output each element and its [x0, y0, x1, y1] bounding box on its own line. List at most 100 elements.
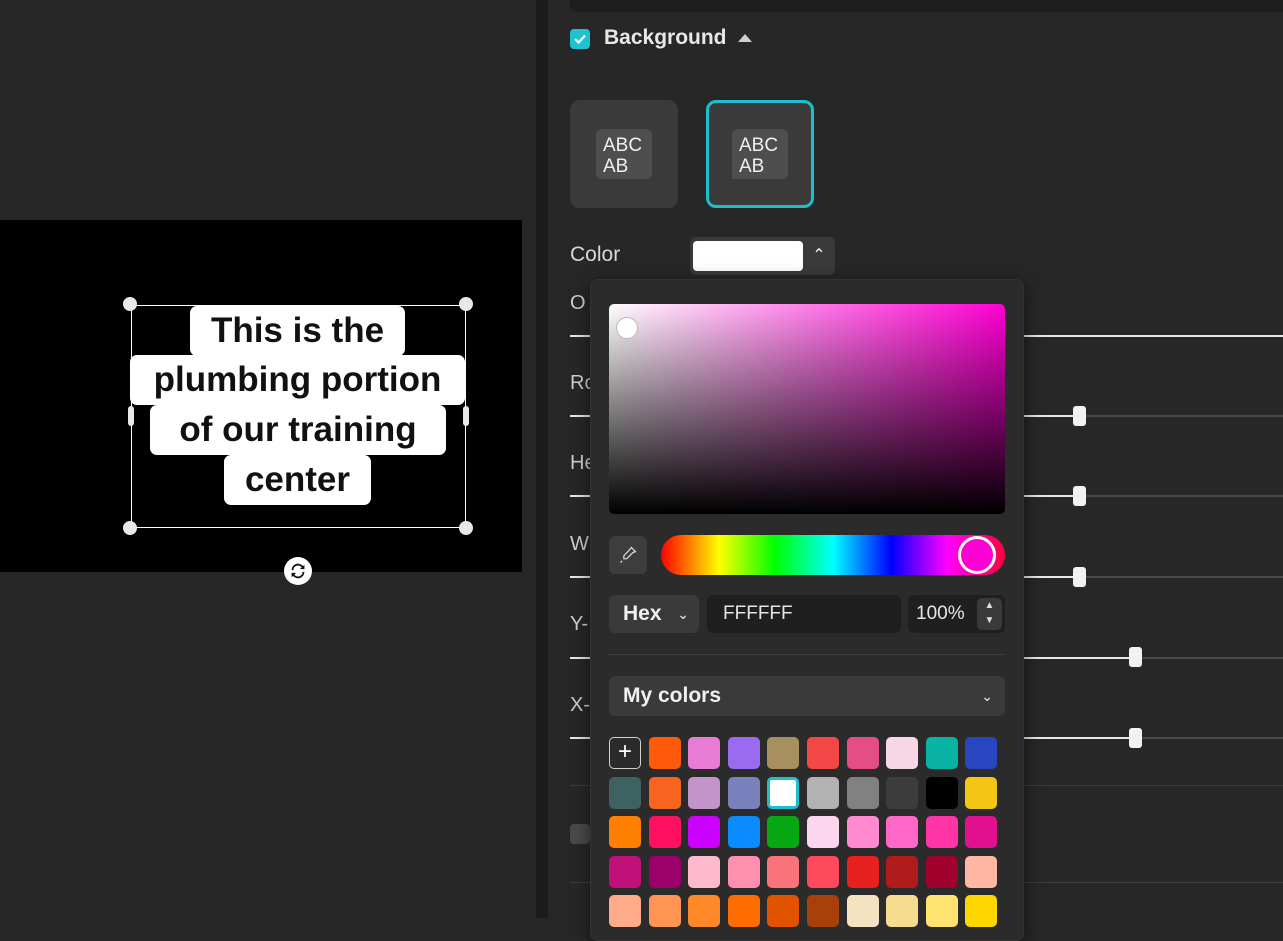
color-swatch[interactable]: [846, 855, 879, 888]
color-swatch[interactable]: [609, 855, 641, 888]
rotate-icon[interactable]: [284, 557, 312, 585]
color-swatch[interactable]: [648, 776, 681, 809]
color-swatch[interactable]: [925, 816, 958, 848]
x-offset-slider-thumb[interactable]: [1129, 728, 1142, 748]
selection-box[interactable]: [131, 305, 466, 528]
color-label: Color: [570, 243, 621, 266]
color-swatch[interactable]: [886, 737, 919, 769]
resize-handle-tl[interactable]: [123, 297, 137, 311]
style-preview-chip: ABC AB: [732, 129, 788, 179]
color-swatch[interactable]: [807, 895, 839, 927]
my-colors-label: My colors: [623, 684, 722, 707]
style-text-1: ABC: [739, 135, 779, 156]
color-swatch[interactable]: [846, 776, 879, 809]
background-checkbox[interactable]: [570, 29, 590, 49]
color-swatch[interactable]: [767, 895, 800, 927]
chevron-down-icon: ⌄: [981, 688, 993, 704]
color-swatch[interactable]: [609, 895, 641, 927]
color-swatch[interactable]: [886, 776, 919, 809]
alpha-input[interactable]: 100% ▲ ▼: [908, 595, 1005, 633]
color-swatch[interactable]: [846, 895, 879, 927]
add-color-button[interactable]: +: [609, 737, 641, 769]
chevron-up-icon: ⌃: [812, 247, 826, 264]
color-swatch[interactable]: [609, 776, 641, 809]
color-swatch[interactable]: [925, 895, 958, 927]
color-swatch[interactable]: [846, 816, 879, 848]
color-swatch[interactable]: [609, 816, 641, 848]
color-swatch[interactable]: [965, 855, 998, 888]
color-mode-label: Hex: [623, 602, 662, 625]
saturation-value-area[interactable]: [609, 304, 1005, 514]
color-swatch[interactable]: [688, 816, 721, 848]
color-swatch[interactable]: [727, 776, 760, 809]
color-swatch[interactable]: [965, 895, 998, 927]
color-swatch[interactable]: [807, 776, 839, 809]
style-text-2: AB: [603, 156, 629, 177]
next-section-checkbox[interactable]: [570, 824, 590, 844]
color-swatch[interactable]: [767, 816, 800, 848]
eyedropper-icon[interactable]: [609, 536, 647, 574]
resize-handle-br[interactable]: [459, 521, 473, 535]
roundness-slider-thumb[interactable]: [1073, 406, 1086, 426]
y-offset-slider-thumb[interactable]: [1129, 647, 1142, 667]
resize-handle-tr[interactable]: [459, 297, 473, 311]
color-swatch[interactable]: [767, 855, 800, 888]
hex-input[interactable]: [707, 595, 901, 633]
color-swatch[interactable]: [767, 737, 800, 769]
hue-slider-knob[interactable]: [958, 536, 996, 574]
color-swatch[interactable]: [965, 776, 998, 809]
y-offset-label: Y-: [570, 613, 589, 635]
color-swatch[interactable]: [727, 816, 760, 848]
color-swatch[interactable]: [688, 895, 721, 927]
color-preview-swatch: [693, 241, 803, 271]
resize-handle-left[interactable]: [128, 406, 134, 426]
color-swatch[interactable]: [648, 855, 681, 888]
opacity-label: O: [570, 292, 586, 314]
color-swatch[interactable]: [965, 737, 998, 769]
color-swatch[interactable]: [688, 776, 721, 809]
color-swatch[interactable]: [925, 855, 958, 888]
resize-handle-bl[interactable]: [123, 521, 137, 535]
color-swatch[interactable]: [846, 737, 879, 769]
color-swatch[interactable]: [807, 816, 839, 848]
my-colors-dropdown[interactable]: My colors ⌄: [609, 676, 1005, 716]
color-dropdown[interactable]: ⌃: [690, 237, 835, 275]
color-swatch[interactable]: [925, 737, 958, 769]
color-swatch[interactable]: [886, 855, 919, 888]
resize-handle-right[interactable]: [463, 406, 469, 426]
color-swatch[interactable]: [688, 855, 721, 888]
color-swatch[interactable]: [648, 737, 681, 769]
color-swatch[interactable]: [767, 776, 800, 809]
x-offset-label: X-: [570, 694, 590, 716]
panel-top-field: [570, 0, 1283, 12]
color-swatch[interactable]: [727, 737, 760, 769]
hue-slider[interactable]: [661, 535, 1005, 575]
color-swatch[interactable]: [727, 895, 760, 927]
background-style-card-2[interactable]: ABC AB: [706, 100, 814, 208]
color-swatch[interactable]: [925, 776, 958, 809]
color-swatch[interactable]: [727, 855, 760, 888]
chevron-down-icon: ⌄: [677, 606, 689, 622]
background-style-card-1[interactable]: ABC AB: [570, 100, 678, 208]
panel-divider[interactable]: [536, 0, 548, 918]
alpha-stepper-icon[interactable]: ▲ ▼: [977, 598, 1002, 630]
color-mode-select[interactable]: Hex ⌄: [609, 595, 699, 633]
alpha-value: 100%: [916, 603, 965, 624]
style-text-1: ABC: [603, 135, 643, 156]
height-slider-thumb[interactable]: [1073, 486, 1086, 506]
style-text-2: AB: [739, 156, 765, 177]
color-picker-popup: Hex ⌄ 100% ▲▼ My colors ⌄ +: [590, 279, 1024, 941]
collapse-caret-icon[interactable]: [738, 34, 752, 42]
style-preview-chip: ABC AB: [596, 129, 652, 179]
background-section-title[interactable]: Background: [604, 26, 727, 50]
color-swatch[interactable]: [886, 895, 919, 927]
color-swatch[interactable]: [648, 895, 681, 927]
color-swatch[interactable]: [807, 737, 839, 769]
color-swatch[interactable]: [688, 737, 721, 769]
color-swatch[interactable]: [648, 816, 681, 848]
color-swatch[interactable]: [886, 816, 919, 848]
color-swatch[interactable]: [807, 855, 839, 888]
color-swatch[interactable]: [965, 816, 998, 848]
width-slider-thumb[interactable]: [1073, 567, 1086, 587]
saturation-value-knob[interactable]: [616, 317, 638, 339]
